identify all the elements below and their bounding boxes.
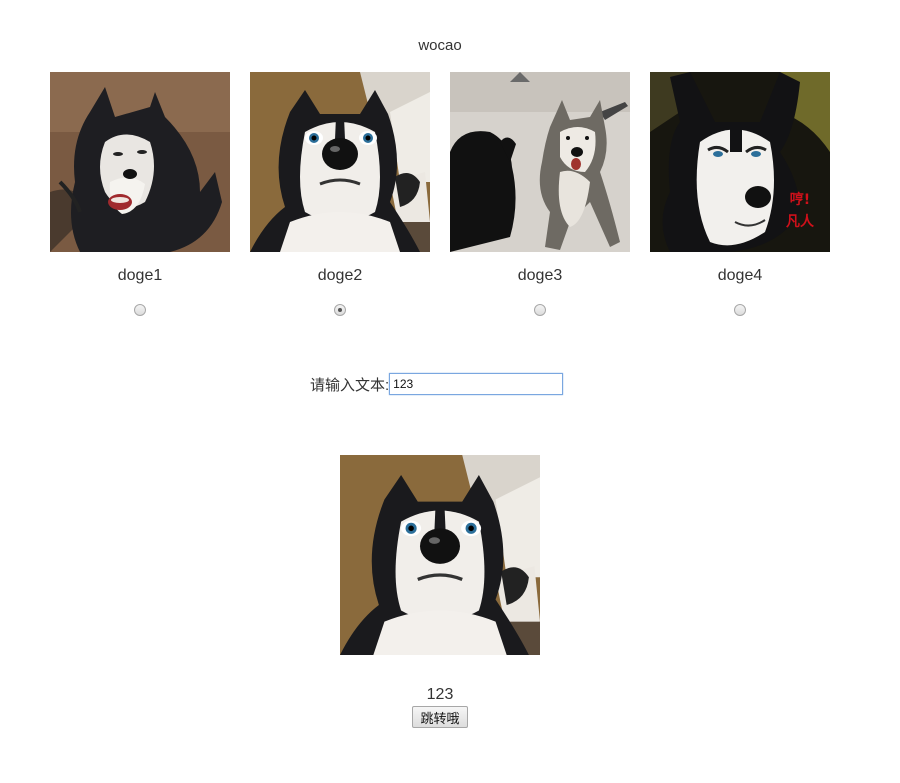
doge4-radio[interactable] bbox=[734, 304, 746, 316]
doge-card-2: doge2 bbox=[250, 72, 430, 322]
doge3-radio[interactable] bbox=[534, 304, 546, 316]
doge3-label: doge3 bbox=[517, 267, 563, 284]
doge4-image[interactable]: 哼! 凡人 bbox=[650, 72, 830, 252]
preview-image bbox=[340, 455, 540, 655]
doge-card-4: 哼! 凡人 doge4 bbox=[650, 72, 830, 322]
doge3-image[interactable] bbox=[450, 72, 630, 252]
doge-card-3: doge3 bbox=[450, 72, 630, 322]
page-title: wocao bbox=[418, 37, 462, 54]
doge1-label: doge1 bbox=[117, 267, 163, 284]
text-input-label: 请输入文本: bbox=[310, 376, 390, 394]
doge2-radio[interactable] bbox=[334, 304, 346, 316]
result-text: 123 bbox=[426, 686, 454, 703]
doge2-label: doge2 bbox=[317, 267, 363, 284]
text-input[interactable] bbox=[389, 373, 564, 395]
doge-gallery: doge1 doge2 doge3 哼! 凡人 doge4 bbox=[50, 72, 850, 332]
doge4-label: doge4 bbox=[717, 267, 763, 284]
jump-button[interactable]: 跳转哦 bbox=[412, 706, 468, 728]
doge1-image[interactable] bbox=[50, 72, 230, 252]
doge4-caption-line2: 凡人 bbox=[786, 213, 815, 230]
text-input-row: 请输入文本: bbox=[310, 373, 564, 395]
doge-card-1: doge1 bbox=[50, 72, 230, 322]
doge2-image[interactable] bbox=[250, 72, 430, 252]
doge1-radio[interactable] bbox=[134, 304, 146, 316]
page: wocao doge1 doge2 doge3 哼! 凡人 doge4 请输入文… bbox=[0, 0, 900, 783]
doge4-caption-line1: 哼! bbox=[790, 191, 810, 208]
